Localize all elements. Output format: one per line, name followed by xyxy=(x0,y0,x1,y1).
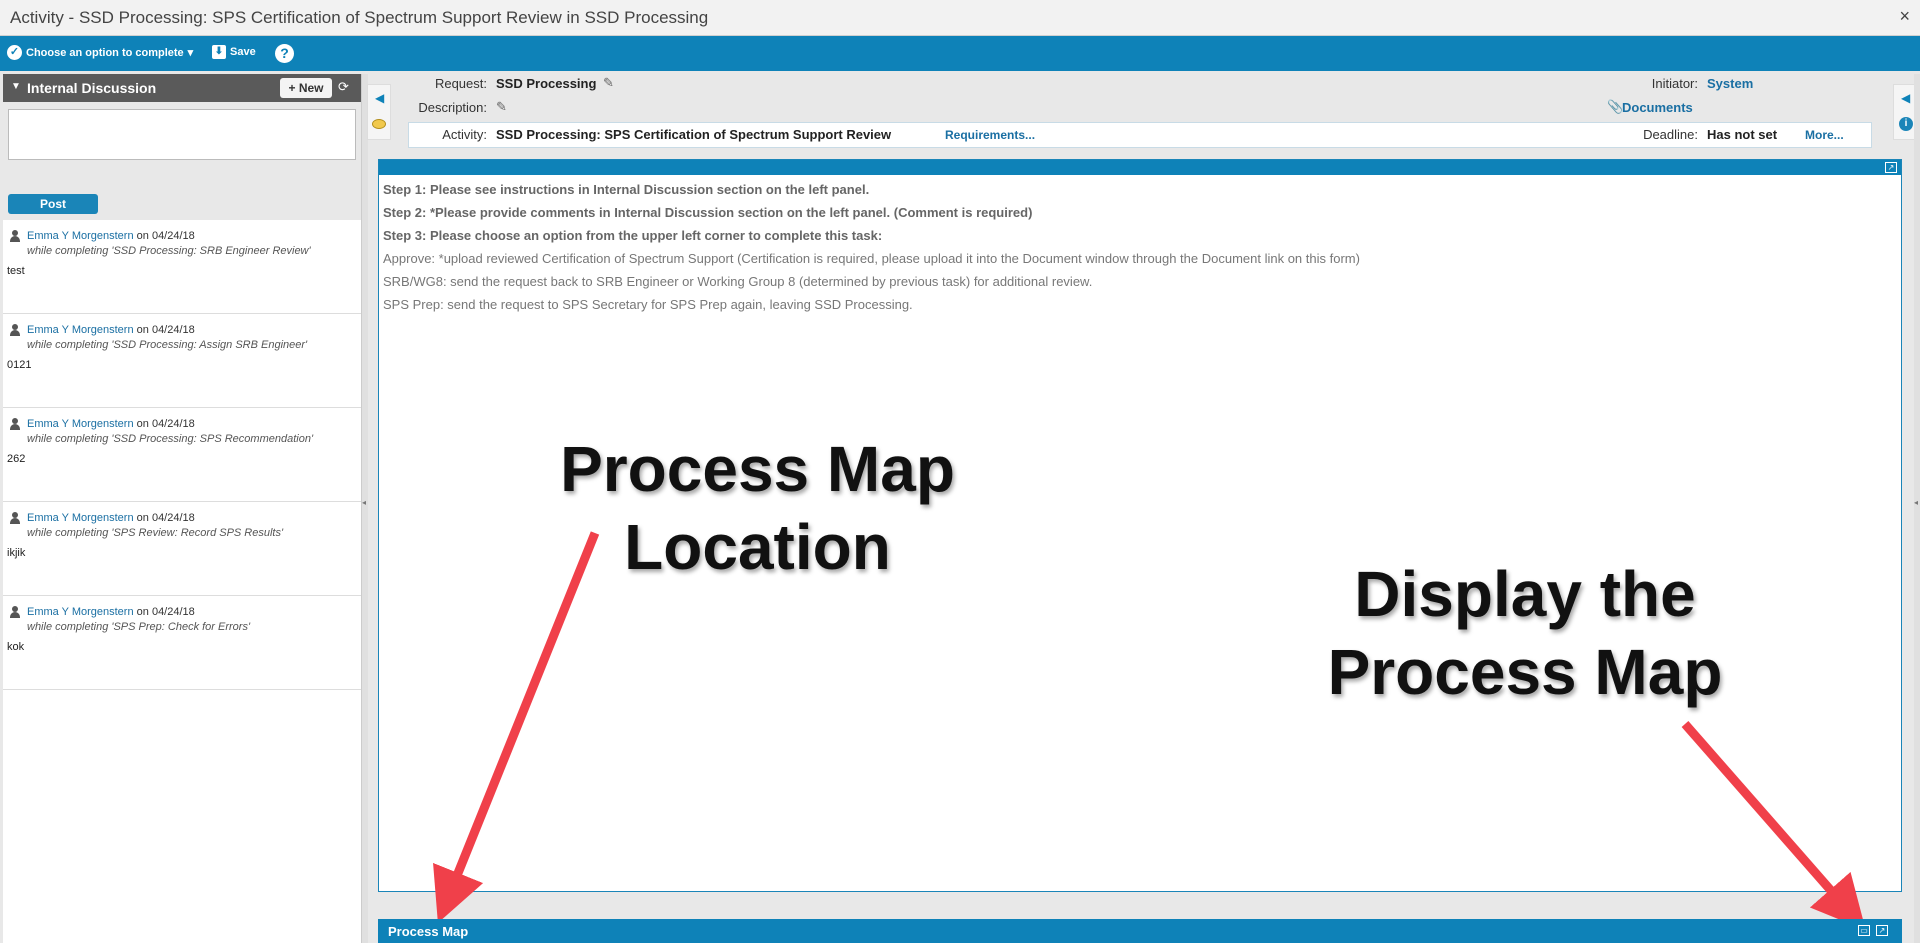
maximize-process-map-icon[interactable]: ↗ xyxy=(1876,925,1888,936)
display-process-map-icon[interactable]: ▭ xyxy=(1858,925,1870,936)
process-map-title: Process Map xyxy=(388,924,469,939)
process-map-bar: Process Map ▭ ↗ xyxy=(378,919,1902,943)
display-arrow xyxy=(1681,721,1866,931)
location-arrow xyxy=(433,531,600,924)
annotation-arrows xyxy=(433,531,1866,931)
